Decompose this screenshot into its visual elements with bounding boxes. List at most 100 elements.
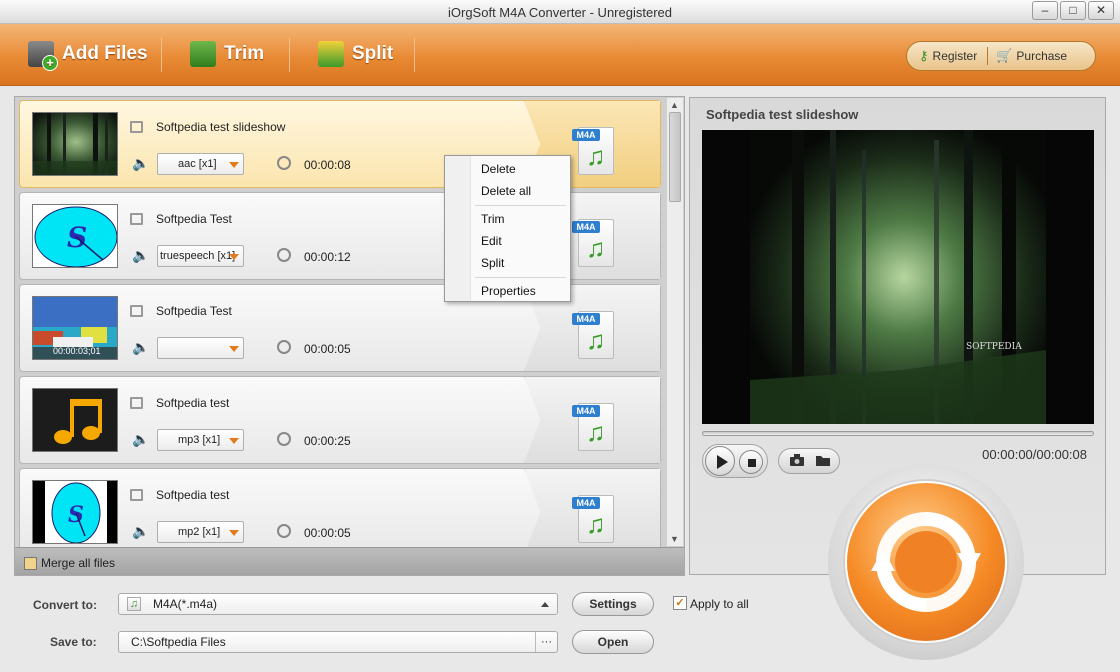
file-duration: 00:00:12: [304, 250, 351, 264]
save-path-value: C:\Softpedia Files: [131, 635, 226, 649]
format-icon: ♫: [127, 597, 141, 611]
stop-button[interactable]: [739, 450, 763, 474]
clock-icon: [277, 340, 291, 354]
video-preview[interactable]: SOFTPEDIA: [702, 130, 1094, 424]
scroll-up-icon[interactable]: ▲: [670, 100, 679, 110]
audio-track-value: mp2 [x1]: [178, 526, 221, 538]
save-to-label: Save to:: [50, 635, 97, 649]
preview-panel: Softpedia test slideshow SOFTPEDIA 00:00…: [689, 97, 1106, 660]
account-buttons: ⚷ Register 🛒 Purchase: [906, 41, 1096, 71]
trim-label: Trim: [224, 43, 265, 64]
apply-to-all-checkbox[interactable]: ✓: [673, 596, 687, 610]
output-format-value: M4A(*.m4a): [153, 597, 218, 611]
film-icon: [130, 121, 143, 133]
convert-button[interactable]: [845, 481, 1007, 643]
file-thumbnail: [32, 112, 118, 176]
cyan-circle-thumbnail-image: S: [33, 481, 117, 543]
file-list-scrollbar[interactable]: ▲ ▼: [666, 98, 683, 546]
seek-bar[interactable]: [702, 431, 1094, 436]
purchase-button[interactable]: 🛒 Purchase: [988, 48, 1067, 64]
file-list-panel: Softpedia test slideshow 🔈 aac [x1] 00:0…: [14, 96, 685, 576]
forest-preview-image: [702, 130, 1094, 424]
file-thumbnail: 00:00:03;01: [32, 296, 118, 360]
context-menu-divider: [475, 277, 566, 278]
trim-icon: [190, 41, 216, 67]
context-menu-divider: [475, 205, 566, 206]
toolbar-divider: [161, 38, 162, 72]
purchase-label: Purchase: [1016, 49, 1068, 63]
speaker-icon: 🔈: [132, 339, 150, 355]
m4a-file-icon: M4A ♫: [572, 403, 616, 453]
context-menu-split[interactable]: Split: [481, 256, 504, 270]
file-row[interactable]: S Softpedia test 🔈 mp2 [x1] 00:00:05 M4A…: [19, 468, 661, 556]
window-title: iOrgSoft M4A Converter - Unregistered: [448, 5, 672, 20]
split-label: Split: [352, 43, 394, 64]
output-format-select[interactable]: ♫ M4A(*.m4a): [118, 593, 558, 615]
main-toolbar: Add Files Trim Split ⚷ Register 🛒 Purcha…: [0, 24, 1120, 86]
split-icon: [318, 41, 344, 67]
file-name: Softpedia Test: [156, 304, 232, 318]
snapshot-button[interactable]: [789, 453, 805, 467]
play-icon: [717, 455, 728, 469]
folder-icon: [816, 456, 830, 466]
file-thumbnail: S: [32, 204, 118, 268]
audio-track-select[interactable]: mp2 [x1]: [157, 521, 244, 543]
maximize-button[interactable]: □: [1060, 1, 1086, 20]
add-files-label: Add Files: [62, 43, 148, 64]
m4a-file-icon: M4A ♫: [572, 311, 616, 361]
merge-all-checkbox[interactable]: [24, 557, 37, 570]
context-menu-delete-all[interactable]: Delete all: [481, 184, 531, 198]
speaker-icon: 🔈: [132, 155, 150, 171]
context-menu-properties[interactable]: Properties: [481, 284, 536, 298]
context-menu: Delete Delete all Trim Edit Split Proper…: [444, 155, 571, 302]
playback-timecode: 00:00:00/00:00:08: [982, 447, 1087, 462]
file-duration: 00:00:25: [304, 434, 351, 448]
apply-to-all-label: Apply to all: [690, 597, 749, 611]
file-row[interactable]: Softpedia test 🔈 mp3 [x1] 00:00:25 M4A ♫: [19, 376, 661, 464]
add-files-button[interactable]: Add Files: [28, 38, 148, 71]
speaker-icon: 🔈: [132, 523, 150, 539]
context-menu-delete[interactable]: Delete: [481, 162, 516, 176]
key-icon: ⚷: [919, 48, 929, 63]
scroll-thumb[interactable]: [669, 112, 681, 202]
open-folder-button[interactable]: Open: [572, 630, 654, 654]
play-button[interactable]: [705, 446, 735, 476]
file-name: Softpedia Test: [156, 212, 232, 226]
close-button[interactable]: ✕: [1088, 1, 1114, 20]
audio-track-value: aac [x1]: [178, 158, 217, 170]
trim-button[interactable]: Trim: [190, 38, 264, 70]
audio-track-select[interactable]: mp3 [x1]: [157, 429, 244, 451]
toolbar-divider: [289, 38, 290, 72]
window-controls: – □ ✕: [1032, 1, 1114, 20]
register-label: Register: [932, 49, 978, 63]
dropdown-arrow-icon: [229, 438, 239, 444]
settings-button[interactable]: Settings: [572, 592, 654, 616]
scroll-down-icon[interactable]: ▼: [670, 534, 679, 544]
context-menu-edit[interactable]: Edit: [481, 234, 502, 248]
browse-button[interactable]: ···: [535, 632, 557, 652]
clock-icon: [277, 524, 291, 538]
audio-track-select[interactable]: truespeech [x1]: [157, 245, 244, 267]
output-format-area: M4A ♫: [524, 469, 660, 555]
audio-track-value: mp3 [x1]: [178, 434, 221, 446]
open-snapshot-folder-button[interactable]: [815, 454, 831, 467]
film-icon: [130, 213, 143, 225]
file-duration: 00:00:08: [304, 158, 351, 172]
chevron-up-icon: [541, 602, 549, 607]
speaker-icon: 🔈: [132, 431, 150, 447]
dropdown-arrow-icon: [229, 346, 239, 352]
save-path-input[interactable]: C:\Softpedia Files ···: [118, 631, 558, 653]
audio-track-select[interactable]: [157, 337, 244, 359]
capture-controls: [778, 448, 840, 474]
m4a-file-icon: M4A ♫: [572, 495, 616, 545]
register-button[interactable]: ⚷ Register: [907, 48, 977, 64]
clock-icon: [277, 248, 291, 262]
file-thumbnail: S: [32, 480, 118, 544]
minimize-button[interactable]: –: [1032, 1, 1058, 20]
speaker-icon: 🔈: [132, 247, 150, 263]
split-button[interactable]: Split: [318, 38, 393, 70]
file-duration: 00:00:05: [304, 342, 351, 356]
audio-track-select[interactable]: aac [x1]: [157, 153, 244, 175]
context-menu-trim[interactable]: Trim: [481, 212, 505, 226]
file-thumbnail: [32, 388, 118, 452]
